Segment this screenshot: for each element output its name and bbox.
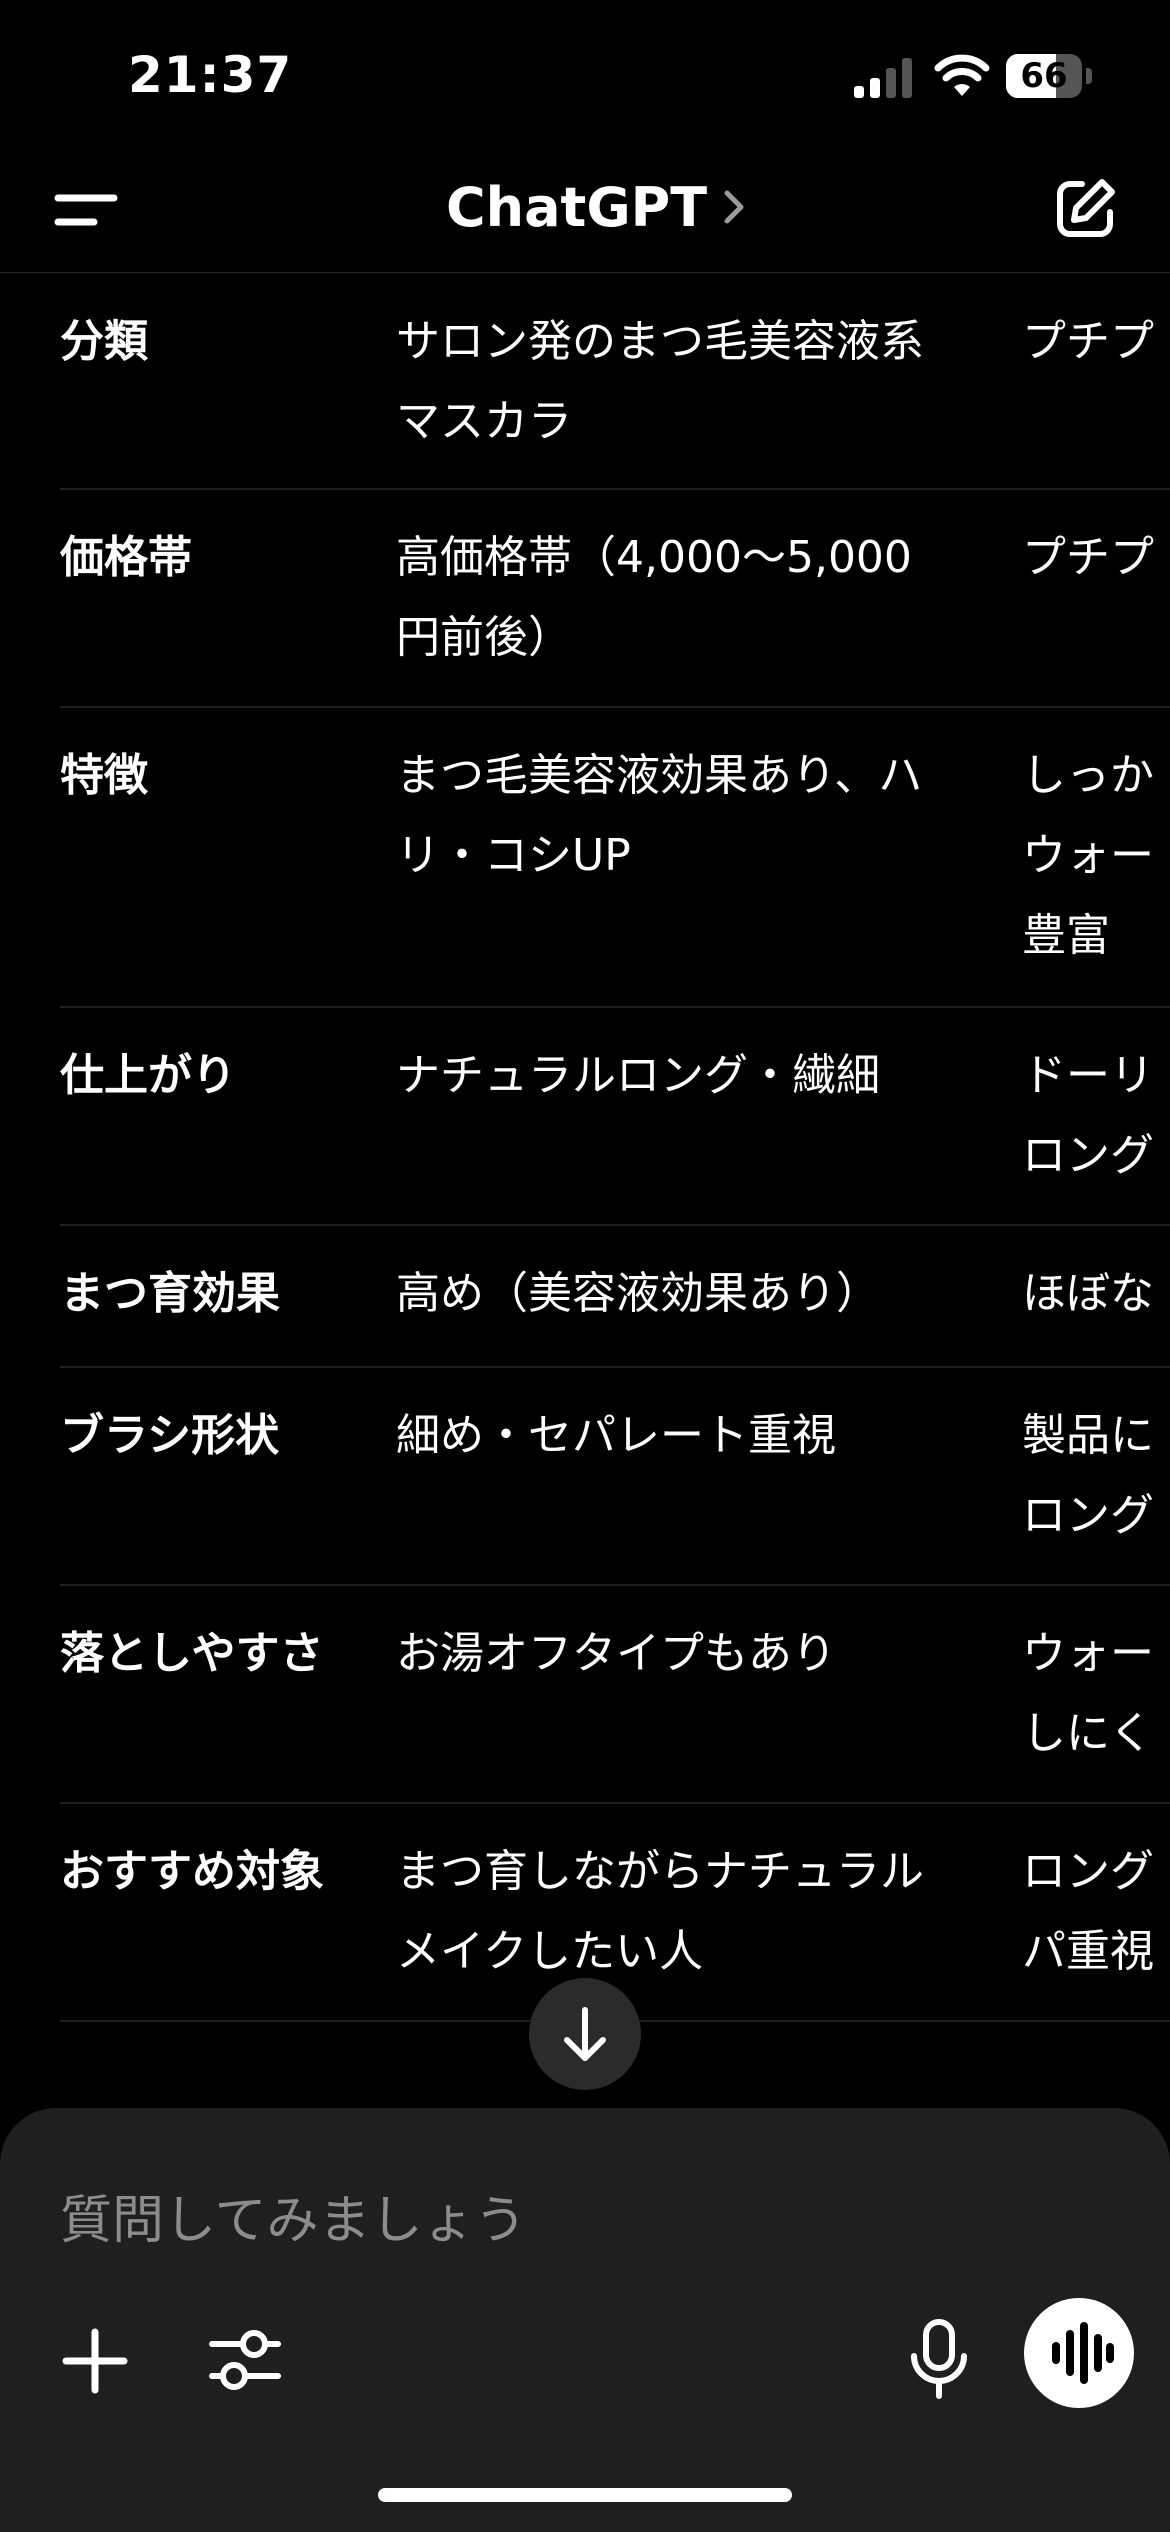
cell-column-a: ナチュラルロング・繊細 [396, 1036, 996, 1116]
battery-indicator: 66 [1006, 54, 1094, 100]
cell-line: しにく [1022, 1708, 1154, 1759]
cell-line: お湯オフタイプもあり [396, 1628, 836, 1679]
cell-line: 豊富 [1022, 910, 1110, 961]
cell-line: ドーリ [1022, 1050, 1154, 1101]
cell-line: しっか [1022, 750, 1154, 801]
cell-line: ロング [1022, 1130, 1154, 1181]
plus-icon[interactable] [60, 2326, 130, 2396]
cell-column-b: ほぼな [1022, 1254, 1170, 1334]
cell-line: ロング [1022, 1846, 1154, 1897]
cell-column-b: プチプ [1022, 302, 1170, 382]
table-row: 落としやすさ お湯オフタイプもあり ウォーしにく [60, 1584, 1170, 1804]
row-label: 分類 [60, 316, 148, 367]
message-input[interactable]: 質問してみましょう [60, 2178, 526, 2253]
cell-column-a: サロン発のまつ毛美容液系 マスカラ [396, 302, 996, 462]
menu-icon[interactable] [50, 180, 120, 240]
cell-line: 細め・セパレート重視 [396, 1410, 836, 1461]
cell-column-a: お湯オフタイプもあり [396, 1614, 996, 1694]
cell-column-a: 高め（美容液効果あり） [396, 1254, 996, 1334]
cell-line: パ重視 [1022, 1926, 1154, 1977]
composer: 質問してみましょう [0, 2108, 1170, 2532]
cell-line: ロング [1022, 1490, 1154, 1541]
status-bar: 21:37 66 [0, 0, 1170, 150]
row-label: 特徴 [60, 750, 148, 801]
cell-column-b: ウォー しにく [1022, 1614, 1170, 1774]
cell-column-a: 高価格帯（4,000〜5,000 円前後） [396, 518, 996, 678]
arrow-down-icon [564, 2007, 606, 2061]
row-label: 仕上がり [60, 1050, 236, 1101]
cell-column-a: 細め・セパレート重視 [396, 1396, 996, 1476]
cell-column-a: まつ育しながらナチュラル メイクしたい人 [396, 1832, 996, 1992]
wifi-icon [934, 54, 990, 96]
row-label: ブラシ形状 [60, 1410, 280, 1461]
cell-line: 円前後） [396, 612, 572, 663]
status-time: 21:37 [128, 46, 293, 104]
cell-line: ウォー [1022, 830, 1154, 881]
cell-column-b: 製品に ロング [1022, 1396, 1170, 1556]
cell-line: 製品に [1022, 1410, 1154, 1461]
cell-line: まつ育しながらナチュラル [396, 1846, 924, 1897]
cell-line: サロン発のまつ毛美容液系 [396, 316, 924, 367]
sliders-icon[interactable] [208, 2322, 282, 2398]
cell-line: 高め（美容液効果あり） [396, 1268, 880, 1319]
cell-line: リ・コシUP [396, 830, 631, 881]
table-row: 特徴 まつ毛美容液効果あり、ハ リ・コシUP しっか ウォー 豊富 [60, 706, 1170, 1008]
comparison-table: 分類 サロン発のまつ毛美容液系 マスカラ プチプ 価格帯 高価格帯（4,000〜5,000… [0, 272, 1170, 2052]
cell-line: メイクしたい人 [396, 1926, 704, 1977]
cell-line: プチプ [1022, 316, 1154, 367]
cell-line: マスカラ [396, 396, 572, 447]
cell-column-b: しっか ウォー 豊富 [1022, 736, 1170, 976]
row-label: おすすめ対象 [60, 1846, 324, 1897]
microphone-icon[interactable] [906, 2318, 972, 2402]
table-row: 価格帯 高価格帯（4,000〜5,000 円前後） プチプ [60, 488, 1170, 708]
model-selector[interactable]: ChatGPT [446, 172, 747, 242]
cell-line: ナチュラルロング・繊細 [396, 1050, 880, 1101]
table-row: 仕上がり ナチュラルロング・繊細 ドーリロング [60, 1006, 1170, 1226]
home-indicator [378, 2488, 792, 2502]
cell-column-b: ドーリ ロング [1022, 1036, 1170, 1196]
cell-line: プチプ [1022, 532, 1154, 583]
cell-column-b: プチプ [1022, 518, 1170, 598]
row-label: 落としやすさ [60, 1628, 324, 1679]
waveform-icon [1052, 2322, 1114, 2384]
row-label: まつ育効果 [60, 1268, 280, 1319]
cellular-signal-icon [854, 58, 912, 98]
page-title: ChatGPT [446, 175, 708, 239]
table-row: 分類 サロン発のまつ毛美容液系 マスカラ プチプ [60, 272, 1170, 490]
nav-bar: ChatGPT [0, 150, 1170, 273]
cell-column-a: まつ毛美容液効果あり、ハ リ・コシUP [396, 736, 996, 896]
battery-icon: 66 [1006, 54, 1082, 98]
cell-column-b: ロング パ重視 [1022, 1832, 1170, 1992]
cell-line: 高価格帯（4,000〜5,000 [396, 532, 912, 583]
chevron-right-icon [724, 190, 744, 224]
cell-line: まつ毛美容液効果あり、ハ [396, 750, 923, 801]
table-row: まつ育効果 高め（美容液効果あり） ほぼな [60, 1224, 1170, 1368]
scroll-down-button[interactable] [529, 1978, 641, 2090]
table-row: ブラシ形状 細め・セパレート重視 製品にロング [60, 1366, 1170, 1586]
row-label: 価格帯 [60, 532, 192, 583]
edit-icon[interactable] [1050, 174, 1120, 244]
cell-line: ウォー [1022, 1628, 1154, 1679]
voice-mode-button[interactable] [1024, 2298, 1134, 2408]
cell-line: ほぼな [1022, 1268, 1154, 1319]
battery-percent: 66 [1020, 56, 1068, 96]
battery-cap [1086, 68, 1092, 84]
